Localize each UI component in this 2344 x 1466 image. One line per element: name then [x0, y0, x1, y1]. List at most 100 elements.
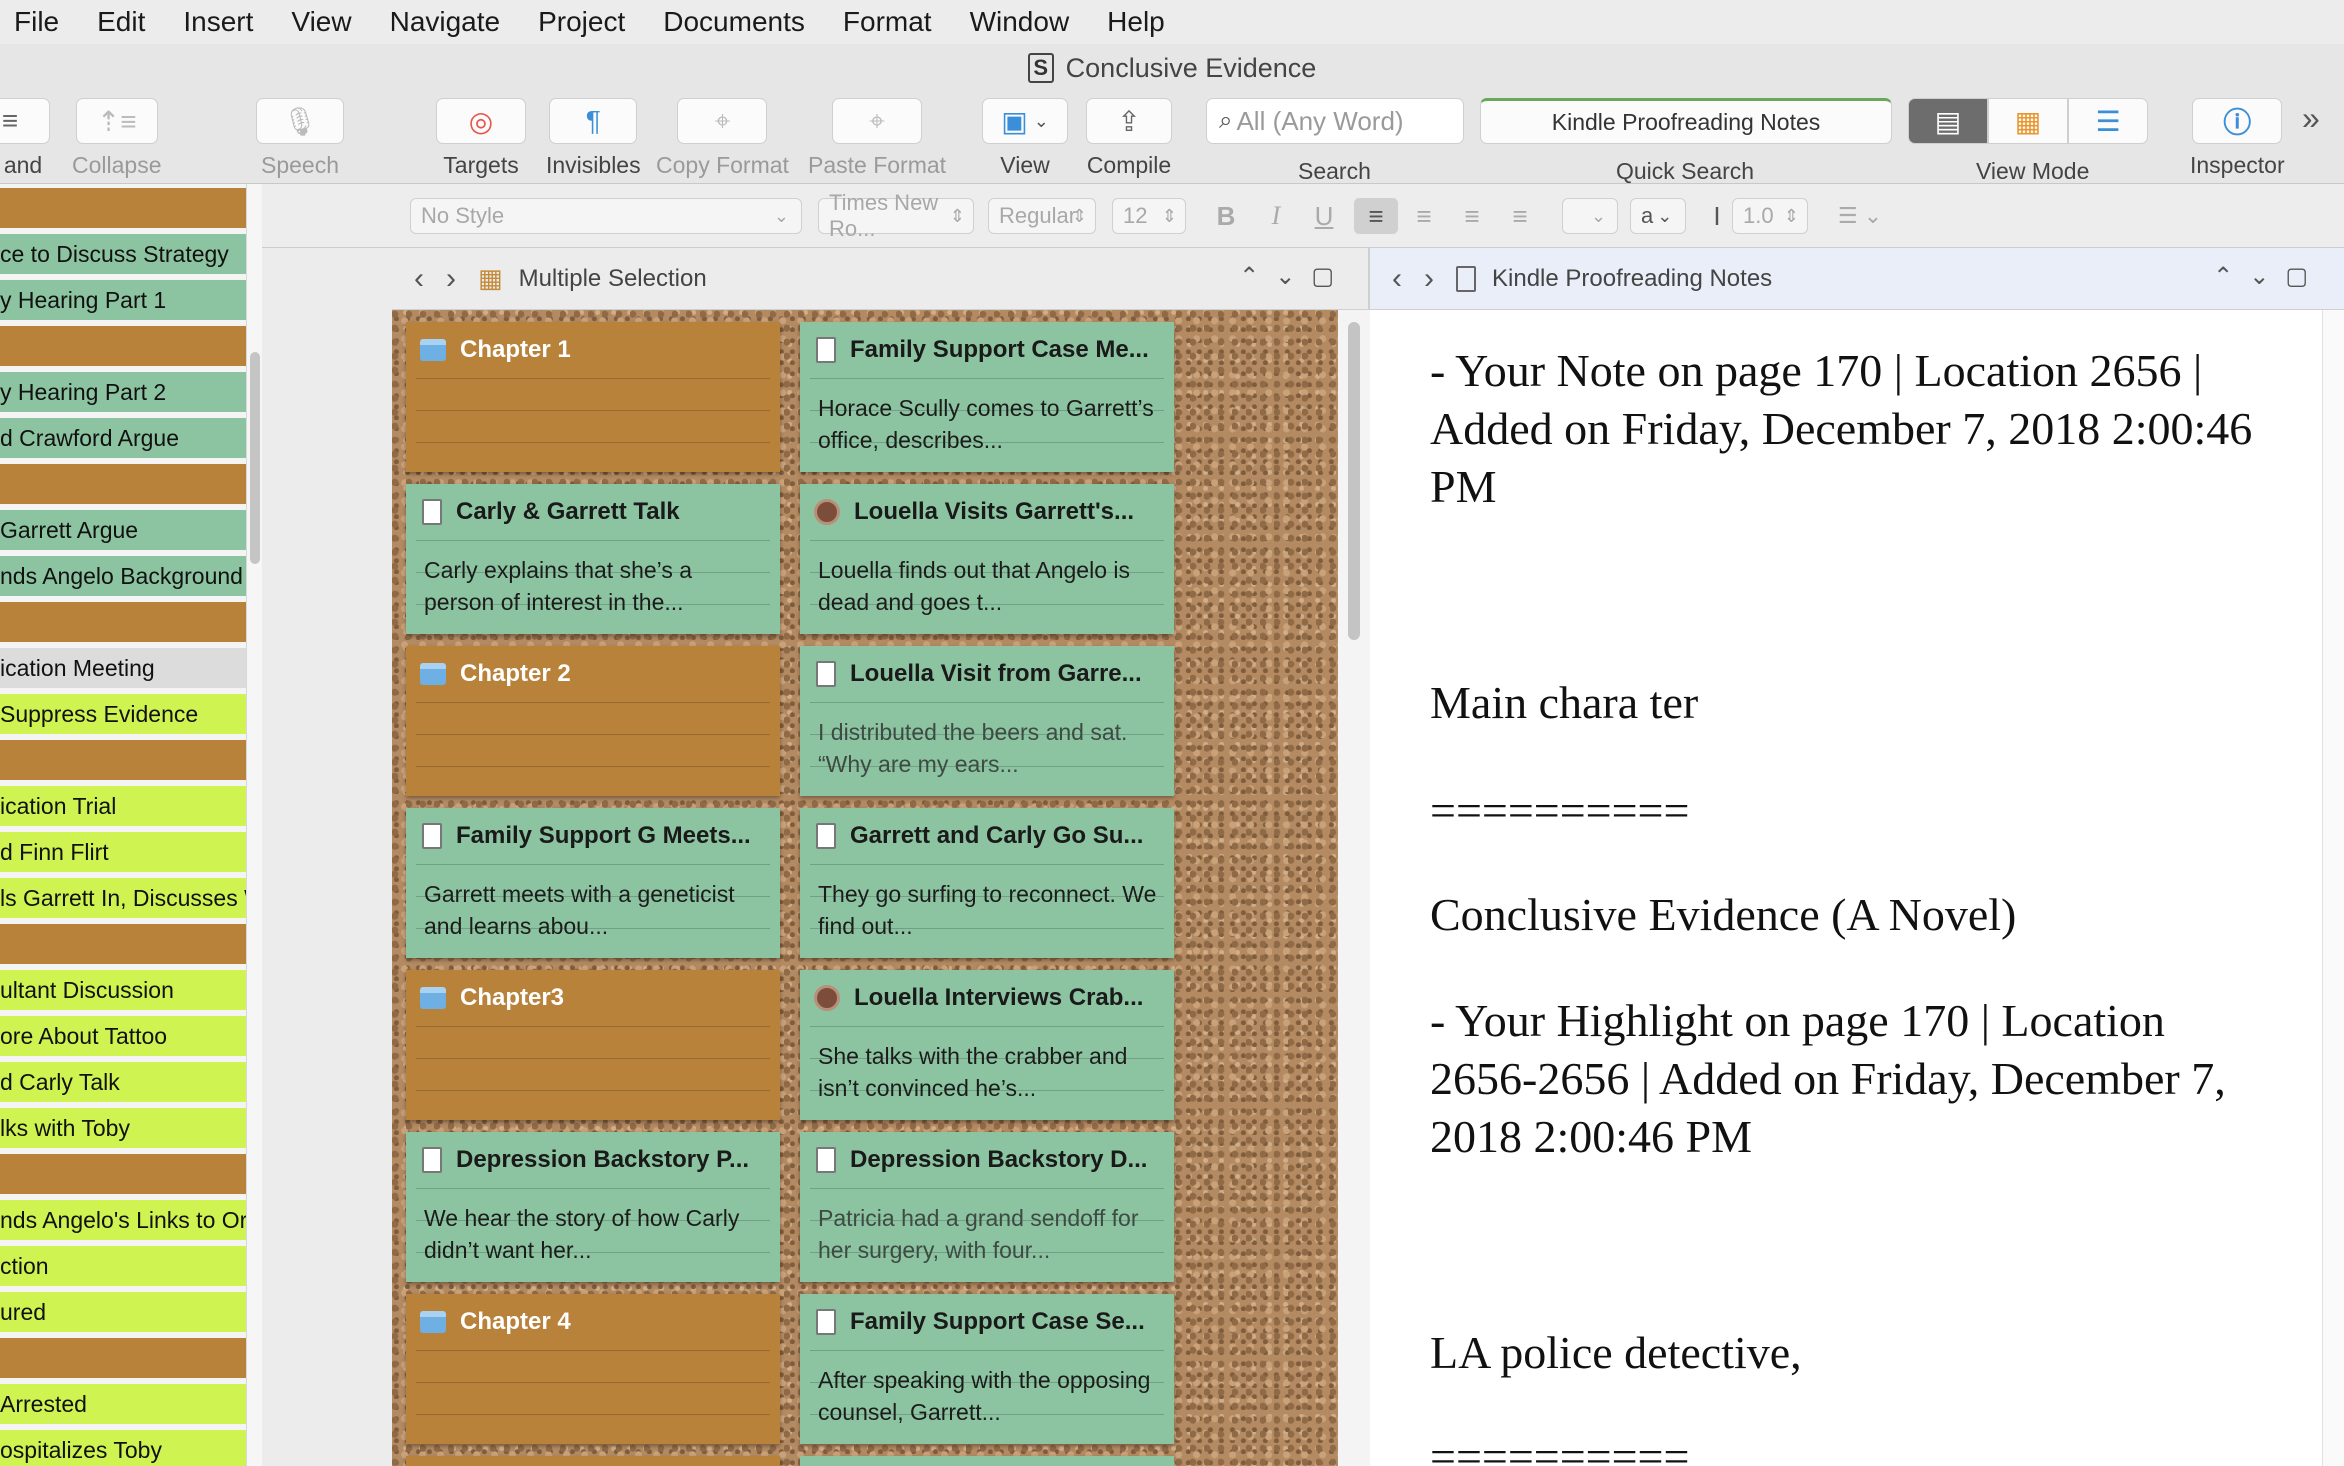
binder-item[interactable]: ore About Tattoo — [0, 1016, 246, 1056]
index-card[interactable]: Family Support Case Se... After speaking… — [800, 1294, 1174, 1444]
paste-format-tool[interactable]: ⌖ Paste Format — [808, 98, 946, 179]
index-card[interactable] — [800, 1456, 1174, 1466]
binder-item[interactable]: Suppress Evidence — [0, 694, 246, 734]
copy-format-tool[interactable]: ⌖ Copy Format — [656, 98, 789, 179]
font-size-select[interactable]: 12 ⇕ — [1112, 198, 1186, 234]
binder-item[interactable]: d Crawford Argue — [0, 418, 246, 458]
binder-item[interactable]: ce to Discuss Strategy — [0, 234, 246, 274]
corkboard-scroll-thumb[interactable] — [1348, 322, 1360, 640]
toolbar-overflow-icon[interactable]: » — [2302, 100, 2320, 137]
info-icon[interactable]: ⓘ — [2192, 98, 2283, 144]
microphone-icon[interactable]: 🎙 — [256, 98, 344, 144]
binder-folder-row[interactable]: 3 — [0, 740, 246, 780]
underline-button[interactable]: U — [1304, 198, 1344, 234]
index-card[interactable]: Louella Interviews Crab... She talks wit… — [800, 970, 1174, 1120]
collapse-icon[interactable]: ⇡≡ — [75, 98, 158, 144]
binder-folder-row[interactable]: 2 — [0, 188, 246, 228]
index-card[interactable]: Garrett and Carly Go Su... They go surfi… — [800, 808, 1174, 958]
binder-folder-row[interactable]: 2 — [0, 326, 246, 366]
back-chevron-icon[interactable]: ‹ — [414, 262, 424, 296]
binder-folder-row[interactable]: 2 — [0, 1338, 246, 1378]
index-card[interactable]: Louella Visits Garrett's... Louella find… — [800, 484, 1174, 634]
binder-item[interactable]: nds Angelo Background Info — [0, 556, 246, 596]
index-card[interactable]: Family Support Case Me... Horace Scully … — [800, 322, 1174, 472]
expand-icon[interactable]: ≡ — [0, 98, 50, 144]
speech-tool[interactable]: 🎙 Speech — [256, 98, 344, 179]
menu-help[interactable]: Help — [1107, 6, 1165, 38]
binder-item[interactable]: y Hearing Part 2 — [0, 372, 246, 412]
menu-format[interactable]: Format — [843, 6, 932, 38]
brush-icon[interactable]: ⌖ — [677, 98, 768, 144]
targets-tool[interactable]: ◎ Targets — [436, 98, 526, 179]
binder-item[interactable]: ction — [0, 1246, 246, 1286]
compile-tool[interactable]: ⇪ Compile — [1086, 98, 1172, 179]
index-card[interactable]: Chapter3 — [406, 970, 780, 1120]
font-family-select[interactable]: Times New Ro... ⇕ — [818, 190, 974, 241]
binder-folder-row[interactable]: 2 — [0, 602, 246, 642]
index-card[interactable]: Louella Visit from Garre... I distribute… — [800, 646, 1174, 796]
menu-project[interactable]: Project — [538, 6, 625, 38]
menu-edit[interactable]: Edit — [97, 6, 145, 38]
back-chevron-icon[interactable]: ‹ — [1392, 262, 1402, 296]
invisibles-tool[interactable]: ¶ Invisibles — [546, 98, 641, 179]
align-left-icon[interactable]: ≡ — [1354, 198, 1398, 234]
quick-search-field[interactable]: Kindle Proofreading Notes — [1480, 98, 1892, 144]
highlight-color-select[interactable]: ⌄ — [1562, 198, 1618, 234]
view-tool[interactable]: ▣ ⌄ View — [982, 98, 1068, 179]
bold-button[interactable]: B — [1206, 198, 1246, 234]
brush-paste-icon[interactable]: ⌖ — [832, 98, 923, 144]
corkboard-scrollbar[interactable] — [1338, 310, 1370, 1466]
search-field[interactable]: ⌕ All (Any Word) — [1206, 98, 1464, 144]
align-center-icon[interactable]: ≡ — [1404, 198, 1444, 234]
pilcrow-icon[interactable]: ¶ — [549, 98, 638, 144]
line-spacing-select[interactable]: 1.0 ⇕ — [1732, 198, 1808, 234]
index-card[interactable] — [406, 1456, 780, 1466]
forward-chevron-icon[interactable]: › — [1424, 262, 1434, 296]
binder-item[interactable]: Arrested — [0, 1384, 246, 1424]
binder-item[interactable]: d Finn Flirt — [0, 832, 246, 872]
index-card[interactable]: Chapter 1 — [406, 322, 780, 472]
binder-item[interactable]: ication Trial — [0, 786, 246, 826]
binder-folder-row[interactable]: 3 — [0, 1154, 246, 1194]
menu-documents[interactable]: Documents — [663, 6, 805, 38]
corkboard-mode-icon[interactable]: ▦ — [1988, 98, 2068, 144]
view-layout-icon[interactable]: ▣ ⌄ — [982, 98, 1068, 144]
menu-view[interactable]: View — [291, 6, 351, 38]
align-right-icon[interactable]: ≡ — [1452, 198, 1492, 234]
outline-mode-icon[interactable]: ☰ — [2068, 98, 2148, 144]
collapse-tool[interactable]: ⇡≡ Collapse — [72, 98, 162, 179]
paragraph-style-select[interactable]: No Style ⌄ — [410, 198, 802, 234]
binder-item[interactable]: ultant Discussion — [0, 970, 246, 1010]
binder-folder-row[interactable]: 2 — [0, 464, 246, 504]
list-bullets-icon[interactable]: ☰ ⌄ — [1830, 198, 1890, 234]
menu-insert[interactable]: Insert — [183, 6, 253, 38]
inspector-tool[interactable]: ⓘ Inspector — [2190, 98, 2285, 179]
binder-item[interactable]: y Hearing Part 1 — [0, 280, 246, 320]
binder-item[interactable]: lks with Toby — [0, 1108, 246, 1148]
index-card[interactable]: Depression Backstory D... Patricia had a… — [800, 1132, 1174, 1282]
menu-navigate[interactable]: Navigate — [390, 6, 501, 38]
index-card[interactable]: Family Support G Meets... Garrett meets … — [406, 808, 780, 958]
binder-item[interactable]: Garrett Argue — [0, 510, 246, 550]
index-card[interactable]: Chapter 2 — [406, 646, 780, 796]
binder-item[interactable]: ospitalizes Toby — [0, 1430, 246, 1466]
forward-chevron-icon[interactable]: › — [446, 262, 456, 296]
expand-tool[interactable]: ≡ and — [0, 98, 50, 179]
text-color-select[interactable]: a ⌄ — [1630, 198, 1686, 234]
document-scrollbar[interactable] — [2322, 310, 2344, 1466]
menu-window[interactable]: Window — [970, 6, 1070, 38]
index-card[interactable]: Depression Backstory P... We hear the st… — [406, 1132, 780, 1282]
binder-scroll-thumb[interactable] — [250, 352, 260, 564]
header-nav-icons[interactable]: ⌃⌄▢ — [1239, 262, 1350, 291]
binder-item[interactable]: ured — [0, 1292, 246, 1332]
italic-button[interactable]: I — [1256, 198, 1296, 234]
binder-folder-row[interactable]: 4 — [0, 924, 246, 964]
menu-file[interactable]: File — [14, 6, 59, 38]
share-icon[interactable]: ⇪ — [1086, 98, 1172, 144]
index-card[interactable]: Carly & Garrett Talk Carly explains that… — [406, 484, 780, 634]
binder-item[interactable]: ls Garrett In, Discusses Warni... — [0, 878, 246, 918]
header-nav-icons[interactable]: ⌃⌄▢ — [2213, 262, 2324, 291]
document-editor[interactable]: - Your Note on page 170 | Location 2656 … — [1370, 310, 2322, 1466]
binder-scrollbar[interactable] — [246, 184, 262, 1466]
align-justify-icon[interactable]: ≡ — [1500, 198, 1540, 234]
